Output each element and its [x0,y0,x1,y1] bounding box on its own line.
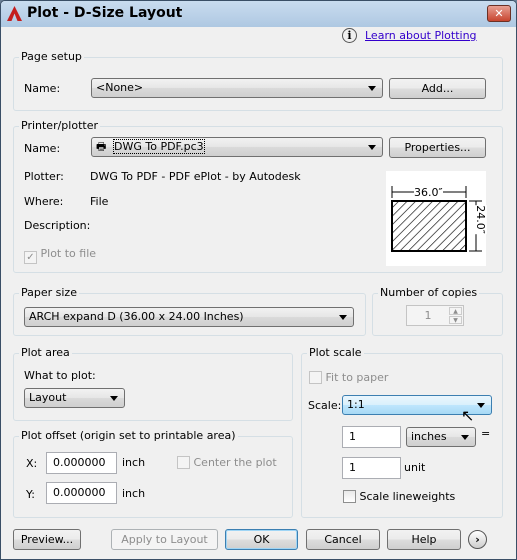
x-offset-label: X: [26,457,38,470]
mouse-cursor-icon: ↖ [461,406,475,425]
group-label: Paper size [19,286,79,299]
paper-height-dimension: 24.0″ [473,205,487,234]
drawing-unit-label: unit [404,461,426,474]
what-to-plot-label: What to plot: [24,369,96,382]
group-label: Page setup [19,50,84,63]
add-button[interactable]: Add... [389,78,486,99]
group-label: Number of copies [378,286,480,299]
paper-size-dropdown[interactable]: ARCH expand D (36.00 x 24.00 Inches) [24,307,354,327]
properties-button[interactable]: Properties... [389,137,486,158]
spin-up-icon[interactable]: ▲ [449,307,462,315]
help-button[interactable]: Help [387,529,461,550]
chevron-down-icon [368,145,376,150]
page-setup-name-label: Name: [24,82,61,95]
dropdown-value: Layout [29,391,67,404]
drawing-units-input[interactable]: 1 [342,457,401,479]
plot-to-file-checkbox[interactable]: ✓ Plot to file [24,247,96,264]
center-plot-checkbox[interactable]: Center the plot [177,456,277,469]
plotter-value: DWG To PDF - PDF ePlot - by Autodesk [90,170,301,183]
what-to-plot-dropdown[interactable]: Layout [24,388,125,408]
units-type-dropdown[interactable]: inches [406,427,476,447]
checkbox-label: Fit to paper [325,371,389,384]
dropdown-value: <None> [96,81,144,94]
spin-down-icon[interactable]: ▼ [449,316,462,324]
group-label: Printer/plotter [19,119,100,132]
chevron-down-icon [368,86,376,91]
x-unit-label: inch [122,456,146,469]
info-icon: i [342,28,357,43]
group-label: Plot scale [307,346,364,359]
checkbox-box [177,456,190,469]
description-label: Description: [24,219,91,232]
checkbox-box [343,490,356,503]
plot-offset-group: Plot offset (origin set to printable are… [13,429,293,518]
copies-value: 1 [424,309,432,322]
paper-width-dimension: 36.0″ [414,186,443,199]
dropdown-value: DWG To PDF.pc3 [113,139,205,154]
chevron-down-icon [477,403,485,408]
autocad-logo-icon [7,6,22,21]
apply-to-layout-button[interactable]: Apply to Layout [111,529,218,550]
chevron-right-icon: › [475,533,480,546]
y-offset-input[interactable]: 0.000000 [46,482,117,504]
group-label: Plot offset (origin set to printable are… [19,429,238,442]
y-unit-label: inch [122,487,146,500]
chevron-down-icon [110,396,118,401]
learn-about-plotting-link[interactable]: Learn about Plotting [365,29,477,42]
equals-sign: = [481,427,491,440]
cancel-button[interactable]: Cancel [306,529,380,550]
chevron-down-icon [461,435,469,440]
plotter-label: Plotter: [24,170,64,183]
ok-button[interactable]: OK [225,529,298,550]
checkbox-label: Center the plot [193,456,277,469]
dropdown-value: 1:1 [347,398,365,411]
window-title: Plot - D-Size Layout [27,5,183,21]
plot-dialog: Plot - D-Size Layout ✕ i Learn about Plo… [0,0,517,560]
fit-to-paper-checkbox[interactable]: Fit to paper [309,371,388,384]
chevron-down-icon [339,315,347,320]
paper-preview: 36.0″ 24.0″ [386,171,487,266]
scale-lineweights-checkbox[interactable]: Scale lineweights [343,490,455,503]
title-bar: Plot - D-Size Layout ✕ [1,1,516,27]
printer-name-label: Name: [24,142,61,155]
plot-area-group: Plot area [13,346,293,421]
dropdown-value: inches [411,430,447,443]
where-label: Where: [24,195,64,208]
dropdown-value: ARCH expand D (36.00 x 24.00 Inches) [29,310,244,323]
expand-options-button[interactable]: › [468,530,487,549]
y-offset-label: Y: [26,488,35,501]
printer-name-dropdown[interactable]: 🖶 DWG To PDF.pc3 [91,137,383,157]
checkbox-check-icon: ✓ [24,251,37,264]
group-label: Plot area [19,346,72,359]
checkbox-label: Plot to file [40,247,97,260]
where-value: File [90,195,109,208]
scale-label: Scale: [308,399,342,412]
page-setup-name-dropdown[interactable]: <None> [91,78,383,98]
preview-button[interactable]: Preview... [13,529,81,550]
printer-icon: 🖶 [96,140,107,153]
checkbox-box [309,371,322,384]
checkbox-label: Scale lineweights [359,490,456,503]
copies-spinner[interactable]: 1 ▲ ▼ [406,305,464,326]
x-offset-input[interactable]: 0.000000 [46,452,117,474]
close-button[interactable]: ✕ [487,5,511,22]
scale-units-input[interactable]: 1 [342,426,401,448]
